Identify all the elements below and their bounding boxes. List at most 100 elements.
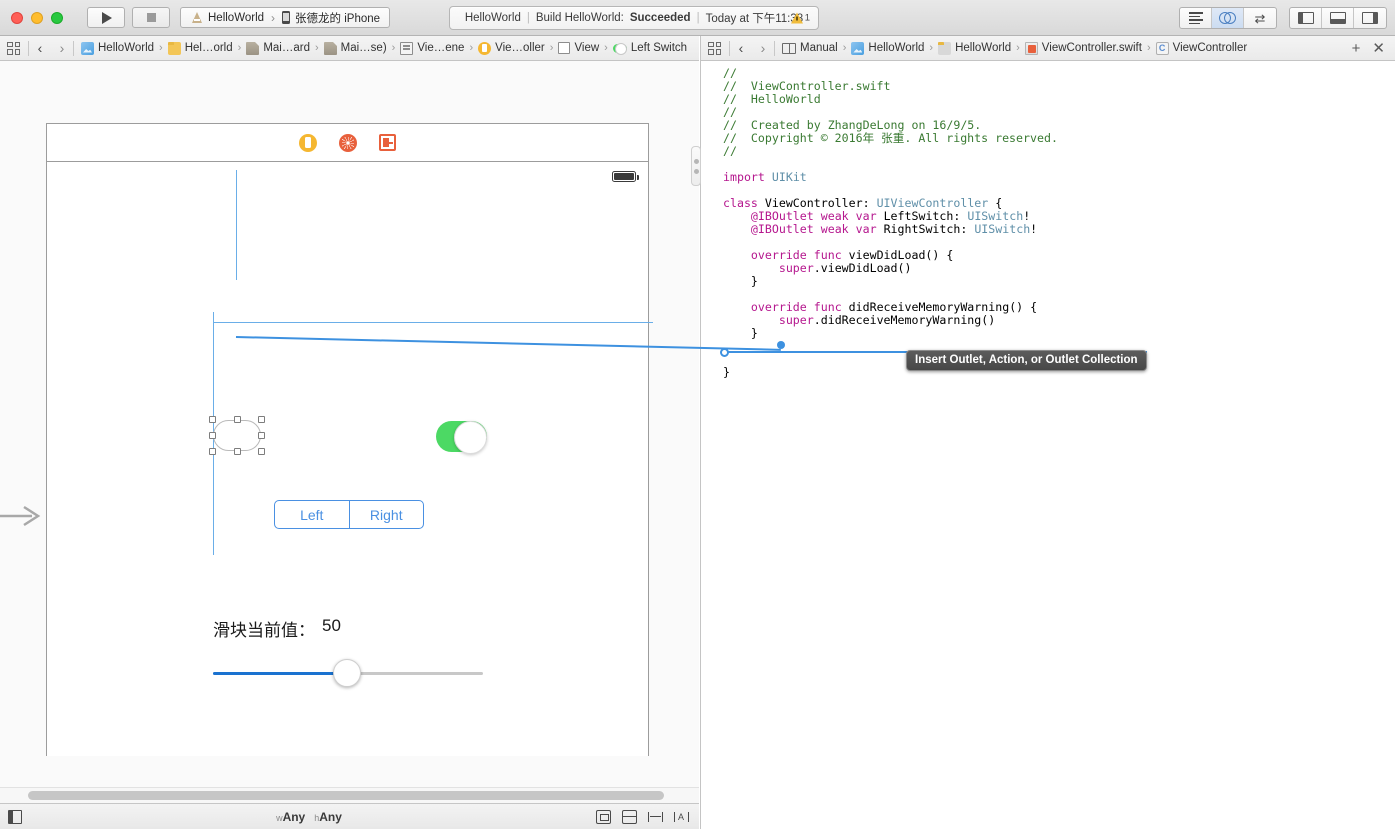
right-switch[interactable] xyxy=(436,420,487,454)
crumb-sep: › xyxy=(391,42,396,54)
splitter-dot xyxy=(693,168,699,174)
ib-crumb-scene[interactable]: Vie…ene xyxy=(400,41,464,55)
ib-crumb-folder[interactable]: Hel…orld xyxy=(167,41,233,55)
editor-forward-button[interactable]: › xyxy=(752,40,774,56)
ib-crumb-storyboard[interactable]: Mai…ard xyxy=(246,41,310,55)
device-icon xyxy=(282,11,291,24)
zoom-window-button[interactable] xyxy=(51,11,63,24)
ib-crumb-left-switch[interactable]: Left Switch xyxy=(612,42,688,55)
canvas-horizontal-scrollbar[interactable] xyxy=(0,787,699,803)
left-switch[interactable] xyxy=(209,416,265,455)
scheme-selector[interactable]: HelloWorld › 张德龙的 iPhone xyxy=(180,7,391,28)
interface-builder-canvas[interactable]: Left Right 滑块当前值： 50 xyxy=(0,61,699,803)
scene-dock xyxy=(47,124,648,162)
slider-thumb[interactable] xyxy=(333,659,361,687)
related-items-icon[interactable] xyxy=(708,41,721,55)
scrollbar-thumb[interactable] xyxy=(28,791,664,800)
toggle-navigator-button[interactable] xyxy=(1290,8,1322,28)
slider-fill xyxy=(213,672,347,675)
editor-crumb-folder[interactable]: HelloWorld xyxy=(938,41,1012,55)
ib-breadcrumb: HelloWorld › Hel…orld › Mai…ard › Mai…se… xyxy=(74,41,688,55)
resize-handle-bm[interactable] xyxy=(234,448,241,455)
editor-crumb-manual[interactable]: Manual xyxy=(782,42,838,54)
ib-crumb-label: Hel…orld xyxy=(184,42,233,54)
assistant-editor-icon xyxy=(1219,12,1236,24)
ib-crumb-viewcontroller[interactable]: Vie…oller xyxy=(478,41,545,55)
standard-editor-button[interactable] xyxy=(1180,8,1212,28)
exit-dock-icon[interactable] xyxy=(379,134,396,151)
warning-triangle-icon xyxy=(790,12,803,24)
viewcontroller-icon xyxy=(478,41,492,55)
resize-handle-bl[interactable] xyxy=(209,448,216,455)
left-switch-outline xyxy=(213,420,261,451)
run-button[interactable] xyxy=(87,7,125,28)
editor-crumb-file[interactable]: ViewController.swift xyxy=(1024,41,1142,55)
toggle-utilities-button[interactable] xyxy=(1354,8,1386,28)
add-assistant-editor-button[interactable]: + xyxy=(1352,41,1361,56)
size-class-indicator[interactable]: wAny hAny xyxy=(276,810,342,824)
toggle-debug-area-button[interactable] xyxy=(1322,8,1354,28)
pin-icon[interactable] xyxy=(647,810,663,824)
interface-builder-status-bar: wAny hAny A xyxy=(0,803,699,829)
editor-crumb-class[interactable]: C ViewController xyxy=(1155,41,1248,55)
resize-handle-ml[interactable] xyxy=(209,432,216,439)
value-slider[interactable] xyxy=(213,659,483,687)
align-icon[interactable] xyxy=(621,809,637,824)
crumb-sep: › xyxy=(469,42,474,54)
ib-crumb-project[interactable]: HelloWorld xyxy=(81,41,154,55)
splitter-dot xyxy=(693,158,699,164)
ib-back-button[interactable]: ‹ xyxy=(29,40,51,56)
segment-left[interactable]: Left xyxy=(275,501,350,528)
crumb-sep: › xyxy=(1016,42,1020,54)
crumb-sep: › xyxy=(842,42,847,54)
switch-icon xyxy=(612,43,627,55)
interface-builder-jump-bar: ‹ › HelloWorld › Hel…orld › Mai…ard › Ma… xyxy=(0,36,699,61)
minimize-window-button[interactable] xyxy=(31,11,43,24)
connection-endpoint-filled xyxy=(777,341,785,349)
resize-handle-tr[interactable] xyxy=(258,416,265,423)
device-view[interactable]: Left Right 滑块当前值： 50 xyxy=(47,162,653,756)
view-controller-scene[interactable]: Left Right 滑块当前值： 50 xyxy=(46,123,653,756)
scheme-separator: › xyxy=(271,10,276,25)
ib-crumb-storyboard-base[interactable]: Mai…se) xyxy=(323,41,387,55)
editor-crumb-label: Manual xyxy=(800,42,838,54)
source-code[interactable]: // // ViewController.swift // HelloWorld… xyxy=(701,61,1395,379)
editor-back-button[interactable]: ‹ xyxy=(730,40,752,56)
assistant-editor[interactable]: // // ViewController.swift // HelloWorld… xyxy=(700,61,1395,829)
editor-crumb-label: ViewController.swift xyxy=(1041,42,1142,54)
segment-right[interactable]: Right xyxy=(350,501,424,528)
ib-crumb-label: Left Switch xyxy=(630,42,688,54)
folder-icon xyxy=(938,41,952,55)
related-items-icon[interactable] xyxy=(7,41,20,55)
ib-crumb-view[interactable]: View xyxy=(558,42,599,54)
editor-crumb-label: ViewController xyxy=(1172,42,1248,54)
version-editor-button[interactable]: ⇄ xyxy=(1244,8,1276,28)
editor-crumb-label: HelloWorld xyxy=(955,42,1012,54)
editor-splitter-handle[interactable] xyxy=(691,146,701,186)
initial-viewcontroller-arrow-icon xyxy=(0,505,41,527)
close-assistant-editor-button[interactable]: ✕ xyxy=(1372,41,1385,56)
ib-forward-button[interactable]: › xyxy=(51,40,73,56)
view-controller-dock-icon[interactable] xyxy=(299,133,317,152)
resize-handle-tm[interactable] xyxy=(234,416,241,423)
slider-caption-label: 滑块当前值： xyxy=(213,621,315,641)
show-document-outline-icon[interactable] xyxy=(8,809,22,824)
segmented-control[interactable]: Left Right xyxy=(274,500,424,529)
first-responder-dock-icon[interactable] xyxy=(339,133,357,152)
crumb-sep: › xyxy=(1146,42,1151,54)
ib-crumb-label: Vie…oller xyxy=(495,42,545,54)
resize-handle-mr[interactable] xyxy=(258,432,265,439)
resize-handle-br[interactable] xyxy=(258,448,265,455)
resize-handle-tl[interactable] xyxy=(209,416,216,423)
file-icon xyxy=(246,41,260,55)
editor-breadcrumb: Manual › HelloWorld › HelloWorld › ViewC… xyxy=(775,41,1248,55)
assistant-editor-button[interactable] xyxy=(1212,8,1244,28)
activity-time-label: Today at 下午11:38 xyxy=(705,13,804,25)
resolve-issues-icon[interactable]: A xyxy=(673,810,689,824)
warning-indicator[interactable]: 1 xyxy=(790,12,810,24)
toolbar-right-controls: ⇄ xyxy=(1179,7,1387,29)
close-window-button[interactable] xyxy=(11,11,23,24)
update-frames-icon[interactable] xyxy=(595,809,611,824)
stop-button[interactable] xyxy=(132,7,170,28)
editor-crumb-project[interactable]: HelloWorld xyxy=(851,41,924,55)
